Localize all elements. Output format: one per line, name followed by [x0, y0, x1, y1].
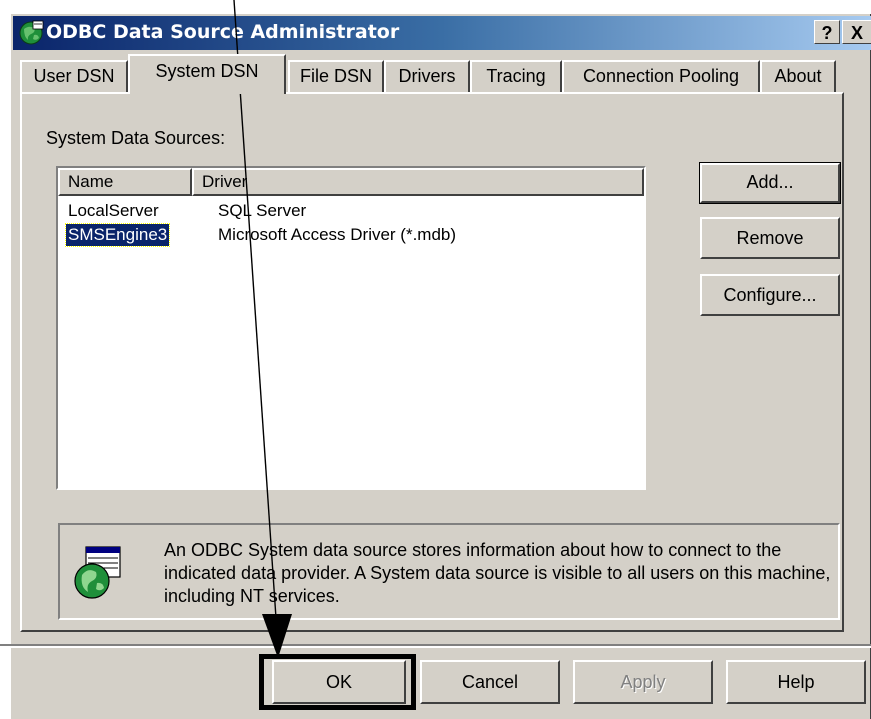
info-description: An ODBC System data source stores inform… [164, 540, 831, 606]
tab-file-dsn[interactable]: File DSN [288, 60, 384, 92]
cancel-button[interactable]: Cancel [420, 660, 560, 704]
row-driver: SQL Server [218, 201, 307, 220]
row-name: LocalServer [68, 201, 159, 220]
globe-icon [19, 20, 44, 45]
tab-drivers[interactable]: Drivers [384, 60, 470, 92]
list-header: Name Driver [58, 168, 644, 196]
window-title: ODBC Data Source Administrator [46, 21, 400, 43]
row-name: SMSEngine3 [64, 223, 171, 247]
apply-button[interactable]: Apply [573, 660, 713, 704]
help-title-button[interactable]: ? [814, 20, 840, 44]
tab-about[interactable]: About [760, 60, 836, 92]
configure-button[interactable]: Configure... [700, 274, 840, 316]
tab-user-dsn[interactable]: User DSN [20, 60, 128, 92]
column-header-driver[interactable]: Driver [192, 168, 644, 196]
remove-button[interactable]: Remove [700, 217, 840, 259]
add-button[interactable]: Add... [699, 162, 841, 204]
tab-system-dsn[interactable]: System DSN [128, 54, 286, 94]
system-data-sources-label: System Data Sources: [46, 128, 226, 148]
row-driver: Microsoft Access Driver (*.mdb) [218, 225, 457, 244]
close-button[interactable]: X [842, 20, 871, 44]
help-button[interactable]: Help [726, 660, 866, 704]
data-sources-list[interactable]: Name Driver LocalServer SQL Server SMSEn… [56, 166, 646, 490]
ok-button[interactable]: OK [272, 660, 406, 704]
footer-separator [0, 644, 871, 648]
column-header-name[interactable]: Name [58, 168, 192, 196]
tab-connection-pooling[interactable]: Connection Pooling [562, 60, 760, 92]
title-bar[interactable]: ODBC Data Source Administrator ? X [13, 16, 871, 50]
tab-tracing[interactable]: Tracing [470, 60, 562, 92]
database-globe-icon [74, 546, 121, 599]
